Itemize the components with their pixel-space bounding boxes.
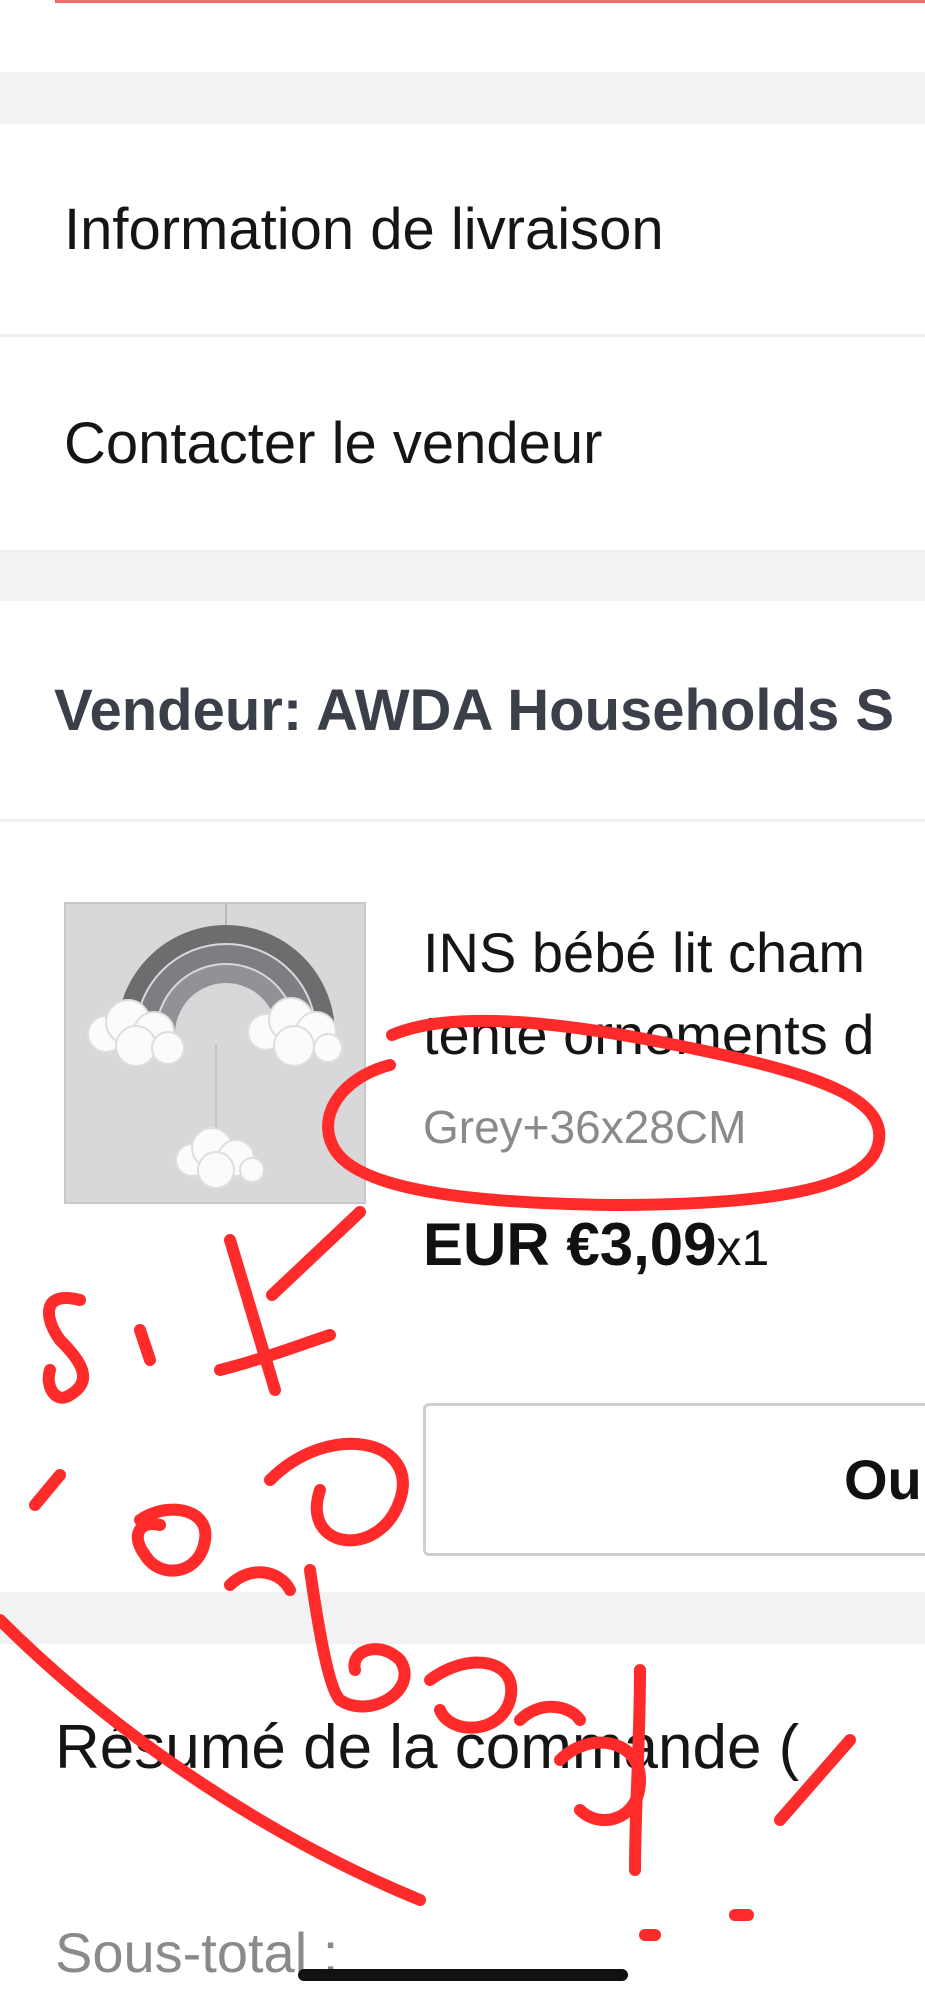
product-action-label: Ou [844, 1448, 922, 1511]
order-summary-title: Résumé de la commande ( [55, 1713, 800, 1782]
product-title-line: INS bébé lit cham [423, 921, 865, 984]
product-title-line: tente ornements d [423, 1003, 875, 1066]
product-title[interactable]: INS bébé lit cham tente ornements d [423, 912, 925, 1076]
delivery-info-row[interactable]: Information de livraison [0, 124, 925, 334]
delivery-info-label: Information de livraison [64, 196, 664, 262]
contact-seller-label: Contacter le vendeur [64, 411, 603, 476]
product-thumbnail[interactable] [64, 902, 366, 1204]
home-indicator [298, 1969, 628, 1981]
seller-header[interactable]: Vendeur: AWDA Households S [0, 601, 925, 819]
section-gap [0, 72, 925, 124]
rainbow-clouds-mobile-image [66, 904, 364, 1202]
section-gap [0, 550, 925, 601]
quantity-label: x1 [716, 1220, 770, 1276]
section-gap [0, 1592, 925, 1644]
product-variant: Grey+36x28CM [423, 1101, 747, 1153]
top-accent-line [55, 0, 925, 3]
subtotal-label: Sous-total : [55, 1921, 339, 1984]
contact-seller-row[interactable]: Contacter le vendeur [0, 337, 925, 550]
product-price: EUR €3,09x1 [423, 1210, 769, 1279]
product-action-button[interactable]: Ou [423, 1403, 925, 1556]
seller-name: Vendeur: AWDA Households S [54, 677, 895, 743]
price-amount: EUR €3,09 [423, 1211, 717, 1278]
